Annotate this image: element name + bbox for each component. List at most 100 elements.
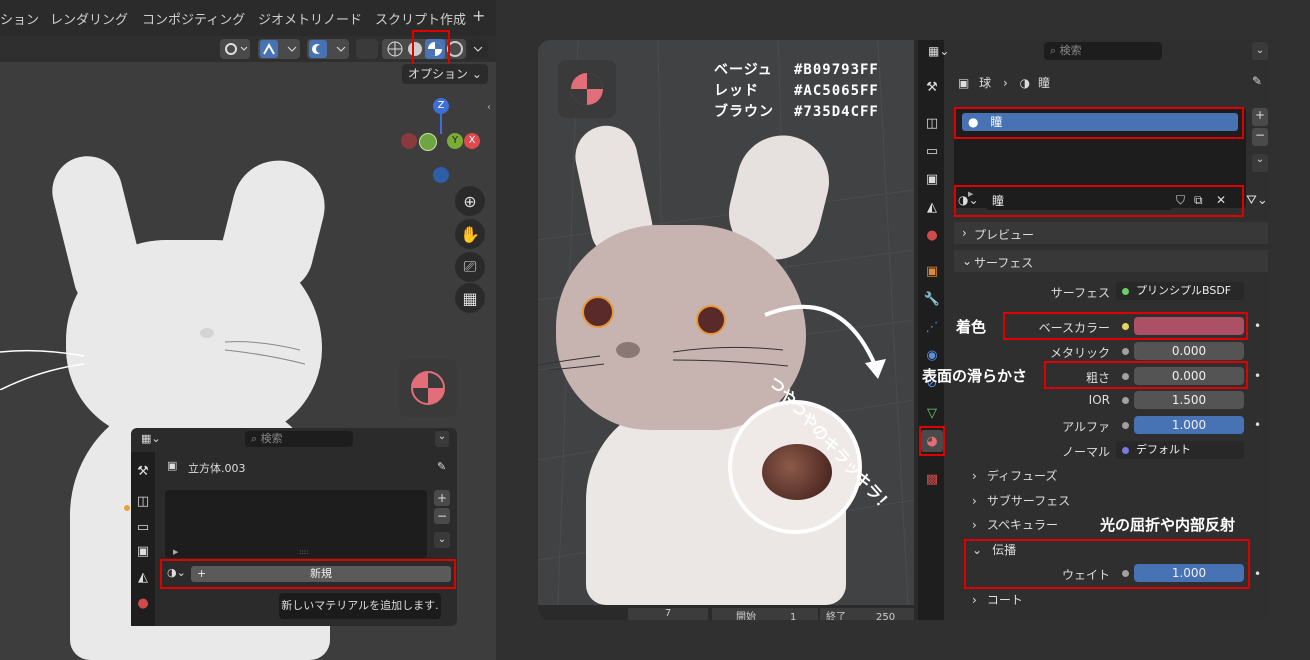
panel-dropdown[interactable]: ⌄ — [435, 431, 449, 447]
material-slot-list[interactable]: ▶ :::: — [165, 490, 427, 558]
tab-compositing[interactable]: コンポジティング — [142, 9, 245, 28]
specular-subsection[interactable]: › スペキュラー — [972, 516, 1058, 533]
breadcrumb-object[interactable]: 球 — [979, 76, 991, 90]
tab-animation[interactable]: ション — [0, 9, 39, 28]
gizmo-toggle[interactable] — [258, 39, 300, 59]
add-slot-button[interactable]: + — [434, 490, 450, 506]
object-tab-icon[interactable]: ▣ — [921, 260, 943, 282]
camera-icon[interactable]: ⎚ — [455, 252, 485, 282]
object-name: 立方体.003 — [188, 462, 246, 475]
alpha-keyframe-dot[interactable]: • — [1254, 418, 1261, 432]
breadcrumb-material[interactable]: 瞳 — [1038, 76, 1050, 90]
roughness-keyframe-dot[interactable]: • — [1254, 369, 1261, 383]
add-slot-button[interactable]: + — [1252, 108, 1268, 126]
physics-tab-icon[interactable]: ◉ — [921, 344, 943, 366]
view-layer-tab-icon[interactable]: ▣ — [132, 540, 154, 562]
pin-icon[interactable]: ✎ — [437, 460, 446, 473]
particles-tab-icon[interactable]: ⋰ — [921, 316, 943, 338]
slot-specials-button[interactable]: ⌄ — [434, 532, 450, 548]
eye-viewport: ベージュ #B09793FF レッド #AC5065FF ブラウン #735D4CFF — [538, 40, 914, 605]
search-placeholder: 検索 — [1059, 44, 1082, 57]
metallic-socket-icon[interactable] — [1122, 348, 1129, 355]
wireframe-shading-icon[interactable] — [386, 40, 404, 58]
normal-label: ノーマル — [1061, 445, 1110, 459]
gizmo-z-axis[interactable]: Z — [433, 98, 449, 114]
editor-options-dropdown[interactable]: ⌄ — [1252, 42, 1268, 60]
highlight-material-tab — [919, 426, 945, 456]
timeline-start[interactable]: 開始 1 — [712, 608, 818, 620]
render-tab-icon[interactable]: ◫ — [921, 112, 943, 134]
scene-tab-icon[interactable]: ◭ — [921, 196, 943, 218]
modifier-tab-icon[interactable]: 🔧 — [921, 288, 943, 310]
object-icon: ▣ — [167, 459, 178, 472]
tool-tab-icon[interactable]: ⚒ — [132, 460, 154, 482]
coat-subsection[interactable]: › コート — [972, 591, 1023, 608]
ior-socket-icon[interactable] — [1122, 397, 1129, 404]
expand-icon[interactable]: ▶ — [173, 548, 178, 556]
alpha-socket-icon[interactable] — [1122, 422, 1129, 429]
xray-toggle[interactable] — [356, 39, 378, 59]
chevron-right-icon: › — [962, 226, 967, 240]
base-color-keyframe-dot[interactable]: • — [1254, 319, 1261, 333]
search-input[interactable]: ⌕ 検索 — [1044, 42, 1162, 60]
normal-field[interactable]: デフォルト — [1116, 441, 1244, 459]
metallic-field[interactable]: 0.000 — [1134, 342, 1244, 360]
output-tab-icon[interactable]: ▭ — [132, 516, 154, 538]
gizmo-x-axis[interactable]: X — [464, 133, 480, 149]
slot-specials-button[interactable]: ⌄ — [1252, 154, 1268, 172]
surface-label: サーフェス — [1050, 286, 1110, 300]
alpha-field[interactable]: 1.000 — [1134, 416, 1244, 434]
origin-point — [124, 505, 130, 511]
pan-hand-icon[interactable]: ✋ — [455, 219, 485, 249]
editor-type-icon[interactable]: ▦⌄ — [141, 432, 167, 448]
output-tab-icon[interactable]: ▭ — [921, 140, 943, 162]
data-tab-icon[interactable]: ▽ — [921, 402, 943, 424]
resize-handle[interactable]: :::: — [299, 548, 308, 556]
gizmo-neg-y[interactable] — [419, 133, 437, 151]
section-preview[interactable]: › プレビュー — [954, 222, 1268, 244]
diffuse-subsection[interactable]: › ディフューズ — [972, 467, 1057, 484]
breadcrumb: ▣ 球 › ◑ 瞳 — [958, 74, 1050, 91]
view-layer-tab-icon[interactable]: ▣ — [921, 168, 943, 190]
surface-shader-field[interactable]: プリンシプルBSDF — [1116, 282, 1244, 300]
grid-icon[interactable]: ▦ — [455, 283, 485, 313]
pin-icon[interactable]: ✎ — [1252, 74, 1262, 88]
search-input[interactable]: ⌕ 検索 — [245, 431, 353, 447]
remove-slot-button[interactable]: − — [434, 508, 450, 524]
properties-tab-bar: ▦⌄ ⚒ ◫ ▭ ▣ ◭ ● ▣ 🔧 ⋰ ◉ ⊘ ▽ ◕ ▩ — [918, 40, 949, 620]
ior-label: IOR — [1088, 393, 1110, 407]
render-tab-icon[interactable]: ◫ — [132, 490, 154, 512]
gizmo-y-axis[interactable]: Y — [447, 133, 463, 149]
subsurface-subsection[interactable]: › サブサーフェス — [972, 492, 1070, 509]
editor-type-icon[interactable]: ▦⌄ — [928, 44, 949, 58]
metallic-label: メタリック — [1049, 346, 1110, 360]
options-label: オプション — [408, 67, 469, 81]
tab-rendering[interactable]: レンダリング — [50, 9, 128, 28]
texture-tab-icon[interactable]: ▩ — [921, 468, 943, 490]
overlay-toggle[interactable] — [307, 39, 349, 59]
timeline-current-frame[interactable]: 7 — [628, 608, 708, 620]
shading-dropdown[interactable] — [468, 39, 488, 59]
ior-field[interactable]: 1.500 — [1134, 391, 1244, 409]
timeline-end[interactable]: 終了 250 — [820, 608, 914, 620]
tab-geometry-nodes[interactable]: ジオメトリノード — [258, 9, 362, 28]
weight-keyframe-dot[interactable]: • — [1254, 567, 1261, 581]
zoom-icon[interactable]: ⊕ — [455, 186, 485, 216]
remove-slot-button[interactable]: − — [1252, 128, 1268, 146]
node-link-icon[interactable]: ⛛⌄ — [1246, 193, 1268, 208]
gizmo-neg-x[interactable] — [401, 133, 417, 149]
gizmo-neg-z[interactable] — [433, 167, 449, 183]
options-dropdown[interactable]: オプション ⌄ — [402, 64, 488, 84]
tool-tab-icon[interactable]: ⚒ — [921, 76, 943, 98]
highlight-base-color — [1003, 312, 1248, 340]
gizmo-z-line — [440, 114, 442, 134]
add-workspace-button[interactable]: + — [472, 6, 485, 25]
smoothness-annotation: 表面の滑らかさ — [922, 367, 1028, 385]
sidebar-toggle-icon[interactable]: ‹ — [487, 102, 491, 113]
world-tab-icon[interactable]: ● — [132, 592, 154, 614]
world-tab-icon[interactable]: ● — [921, 224, 943, 246]
section-surface[interactable]: ⌄ サーフェス — [954, 250, 1268, 272]
scene-tab-icon[interactable]: ◭ — [132, 566, 154, 588]
visibility-dropdown[interactable] — [220, 39, 250, 59]
tab-scripting[interactable]: スクリプト作成 — [375, 9, 466, 28]
